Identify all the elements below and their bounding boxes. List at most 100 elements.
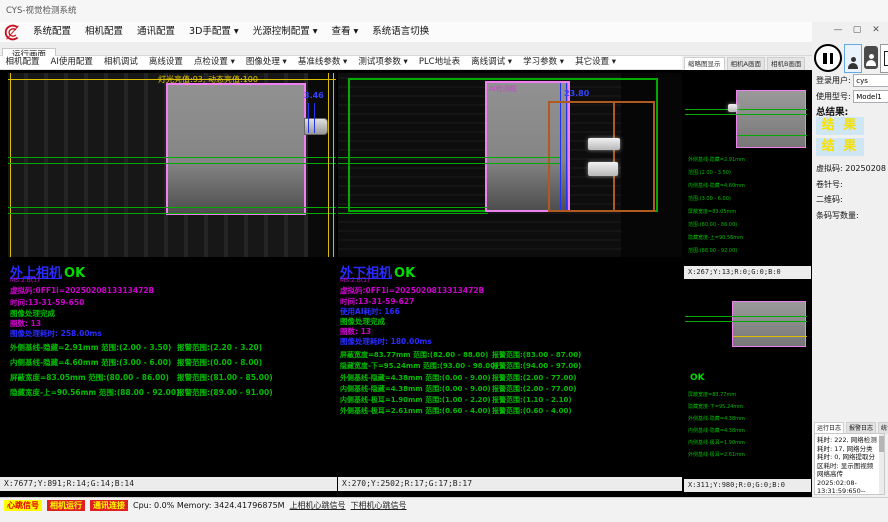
status-bar: 心跳信号 相机运行 通讯连接 Cpu: 0.0% Memory: 3424.41… [0, 497, 888, 522]
measurement-text: 外侧基线-隐藏=4.38mm 范围:(0.00 - 9.00) [340, 374, 491, 382]
thumb-view-1[interactable]: 外侧基线-隐藏=2.91mm范围:(2.00 - 3.50)内侧基线-隐藏=4.… [684, 72, 811, 265]
measurement-row: 隐藏宽度-上=90.56mm 范围:(88.00 - 92.00) 报警范围:(… [10, 387, 180, 402]
main-canvas: 灯光亮值:93, 动态亮值:100 3.46 外上相机OK MS:2.B(1) … [0, 70, 812, 497]
menu-item[interactable]: 相机配置 [78, 22, 130, 42]
virtual-code: 虚拟码:0FF1i=2025020813313472B [10, 285, 154, 296]
thumb-tab-camera-a[interactable]: 相机A画面 [727, 57, 765, 70]
model-input[interactable] [853, 90, 888, 103]
maximize-icon[interactable]: ▢ [851, 25, 863, 35]
user-manage-button[interactable] [864, 46, 878, 69]
pause-button[interactable] [814, 44, 842, 72]
log-area[interactable]: 耗时: 222, 网络检测耗时: 17, 网络分类耗时: 0, 网络提取分区耗时… [814, 433, 885, 495]
thumb-tab-camera-b[interactable]: 相机B画面 [767, 57, 805, 70]
thumb-view-2[interactable]: OK 屏蔽宽度=83.77mm隐藏宽度-下=95.24mm外侧基线-隐藏=4.3… [684, 281, 811, 477]
measurement-text: 内侧基线-隐藏=4.60mm 范围:(3.00 - 6.00) [10, 358, 171, 367]
toolbar-item[interactable]: AI使用配置 [45, 56, 98, 69]
log-scroll-thumb[interactable] [879, 436, 884, 452]
toolbar-item[interactable]: 相机调试 [98, 56, 143, 69]
minimize-icon[interactable]: — [832, 25, 844, 35]
sub-code: MS:2.B(1) [340, 277, 369, 284]
lower-camera-heartbeat-link[interactable]: 下相机心跳信号 [351, 500, 407, 511]
toolbar-item[interactable]: 测试项参数 ▾ [353, 56, 413, 69]
menu-item[interactable]: 系统语言切换 [365, 22, 436, 42]
thumb-image [732, 301, 806, 347]
toolbar-item[interactable]: 其它设置 ▾ [570, 56, 622, 69]
login-user-row: 登录用户: [816, 74, 888, 87]
result-box-2: 结 果 [816, 138, 864, 156]
right-panel: 登录用户: 使用型号: 总结果: 结 果 结 果 虚拟码: 20250208 卷… [812, 42, 888, 497]
alarm-range-text: 报警范围:(2.20 - 3.20) [177, 342, 262, 353]
panel-buttons [814, 44, 888, 73]
menu-item[interactable]: 通讯配置 [130, 22, 182, 42]
thumb-text-line: 外侧基线-极耳=2.61mm [688, 449, 745, 461]
status-ok: OK [64, 266, 85, 281]
upper-camera-heartbeat-link[interactable]: 上相机心跳信号 [290, 500, 346, 511]
menu-item[interactable]: 查看 ▾ [325, 22, 366, 42]
login-user-label: 登录用户: [816, 76, 851, 85]
thumb-text-line: 外侧基线-隐藏=4.38mm [688, 413, 745, 425]
toolbar-item[interactable]: 图像处理 ▾ [240, 56, 292, 69]
measurement-text: 外侧基线-极耳=2.61mm 范围:(0.60 - 4.00) [340, 407, 491, 415]
overlay-green-line [685, 321, 807, 322]
measurement-text: 隐藏宽度-上=90.56mm 范围:(88.00 - 92.00) [10, 388, 180, 397]
title-bar: CYS-视觉检测系统 [0, 0, 888, 22]
virtual-code-row: 虚拟码: 20250208 [816, 163, 886, 174]
measurement-row: 内侧基线-隐藏=4.38mm 范围:(0.00 - 9.00) 报警范围:(2.… [340, 384, 498, 395]
measurement-text: 内侧基线-隐藏=4.38mm 范围:(0.00 - 9.00) [340, 385, 491, 393]
capture-time: 时间:13-31-59-650 [10, 297, 84, 308]
status-ok: OK [394, 266, 415, 281]
toolbar-item[interactable]: PLC地址表 [413, 56, 465, 69]
measurement-list: 外侧基线-隐藏=2.91mm 范围:(2.00 - 3.50) 报警范围:(2.… [10, 342, 180, 402]
process-time: 图像处理耗时: 258.00ms [10, 328, 102, 339]
measurement-text: 外侧基线-隐藏=2.91mm 范围:(2.00 - 3.50) [10, 343, 171, 352]
tab-strip: 运行画面 [0, 42, 888, 56]
thumb-tab-overview[interactable]: 缩略图显示 [684, 57, 725, 70]
pause-icon [830, 53, 834, 64]
menu-bar: 系统配置相机配置通讯配置3D手配置 ▾光源控制配置 ▾查看 ▾系统语言切换 [0, 22, 812, 43]
measurement-list: 屏蔽宽度=83.77mm 范围:(82.00 - 88.00) 报警范围:(83… [340, 350, 498, 418]
menu-item[interactable]: 光源控制配置 ▾ [246, 22, 325, 42]
heartbeat-badge: 心跳信号 [4, 500, 42, 511]
toolbar-item[interactable]: 点检设置 ▾ [188, 56, 240, 69]
alarm-range-text: 报警范围:(81.00 - 85.00) [177, 372, 273, 383]
measurement-row: 外侧基线-极耳=2.61mm 范围:(0.60 - 4.00) 报警范围:(0.… [340, 406, 498, 417]
measurement-row: 隐藏宽度-下=95.24mm 范围:(93.00 - 98.00) 报警范围:(… [340, 361, 498, 372]
thumb-text-block: 屏蔽宽度=83.77mm隐藏宽度-下=95.24mm外侧基线-隐藏=4.38mm… [688, 389, 745, 461]
mid-coord-bar: X:270;Y:2502;R:17;G:17;B:17 [338, 477, 682, 491]
login-user-input[interactable] [853, 74, 888, 87]
alarm-range-text: 报警范围:(0.00 - 8.00) [177, 357, 262, 368]
pause-icon [823, 53, 827, 64]
exit-button[interactable] [880, 44, 888, 73]
needle-label: 卷针号: [816, 179, 843, 190]
toolbar-item[interactable]: 相机配置 [0, 56, 45, 69]
toolbar-item[interactable]: 离线调试 ▾ [466, 56, 518, 69]
thumb-text-line: 屏蔽宽度=83.05mm [688, 206, 745, 219]
thumb-text-line: 内侧基线-隐藏=4.38mm [688, 425, 745, 437]
alarm-range-text: 报警范围:(94.00 - 97.00) [492, 361, 581, 371]
thumb-text-line: 范围:(88.00 - 92.00) [688, 245, 745, 258]
overlay-green-line [685, 316, 807, 317]
menu-item[interactable]: 系统配置 [26, 22, 78, 42]
thumb-text-line: 范围:(3.00 - 6.00) [688, 193, 745, 206]
login-user-button[interactable] [844, 44, 862, 73]
log-scrollbar[interactable] [879, 434, 884, 494]
measurement-row: 屏蔽宽度=83.05mm 范围:(80.00 - 86.00) 报警范围:(81… [10, 372, 180, 387]
virtual-code-value: 20250208 [845, 164, 886, 173]
left-coord-bar: X:7677;Y:891;R:14;G:14;B:14 [0, 477, 337, 491]
process-time: 图像处理耗时: 180.00ms [340, 336, 432, 347]
alarm-range-text: 报警范围:(83.00 - 87.00) [492, 350, 581, 360]
toolbar: 相机配置AI使用配置相机调试离线设置点检设置 ▾图像处理 ▾基准线参数 ▾测试项… [0, 56, 682, 70]
toolbar-item[interactable]: 基准线参数 ▾ [292, 56, 352, 69]
toolbar-item[interactable]: 离线设置 [143, 56, 188, 69]
menu-item[interactable]: 3D手配置 ▾ [182, 22, 246, 42]
alarm-range-text: 报警范围:(2.00 - 77.00) [492, 384, 576, 394]
thumb-text-line: 内侧基线-极耳=1.90mm [688, 437, 745, 449]
alarm-range-text: 报警范围:(1.10 - 2.10) [492, 395, 572, 405]
close-icon[interactable]: ✕ [870, 25, 882, 35]
toolbar-item[interactable]: 学习参数 ▾ [518, 56, 570, 69]
exit-door-icon [884, 51, 888, 66]
thumb-tab-strip: 缩略图显示 相机A画面 相机B画面 [684, 56, 811, 70]
thumb-text-line: 屏蔽宽度=83.77mm [688, 389, 745, 401]
cpu-memory-text: Cpu: 0.0% Memory: 3424.41796875M [133, 501, 285, 510]
thumb-text-line: 范围:(2.00 - 3.50) [688, 167, 745, 180]
